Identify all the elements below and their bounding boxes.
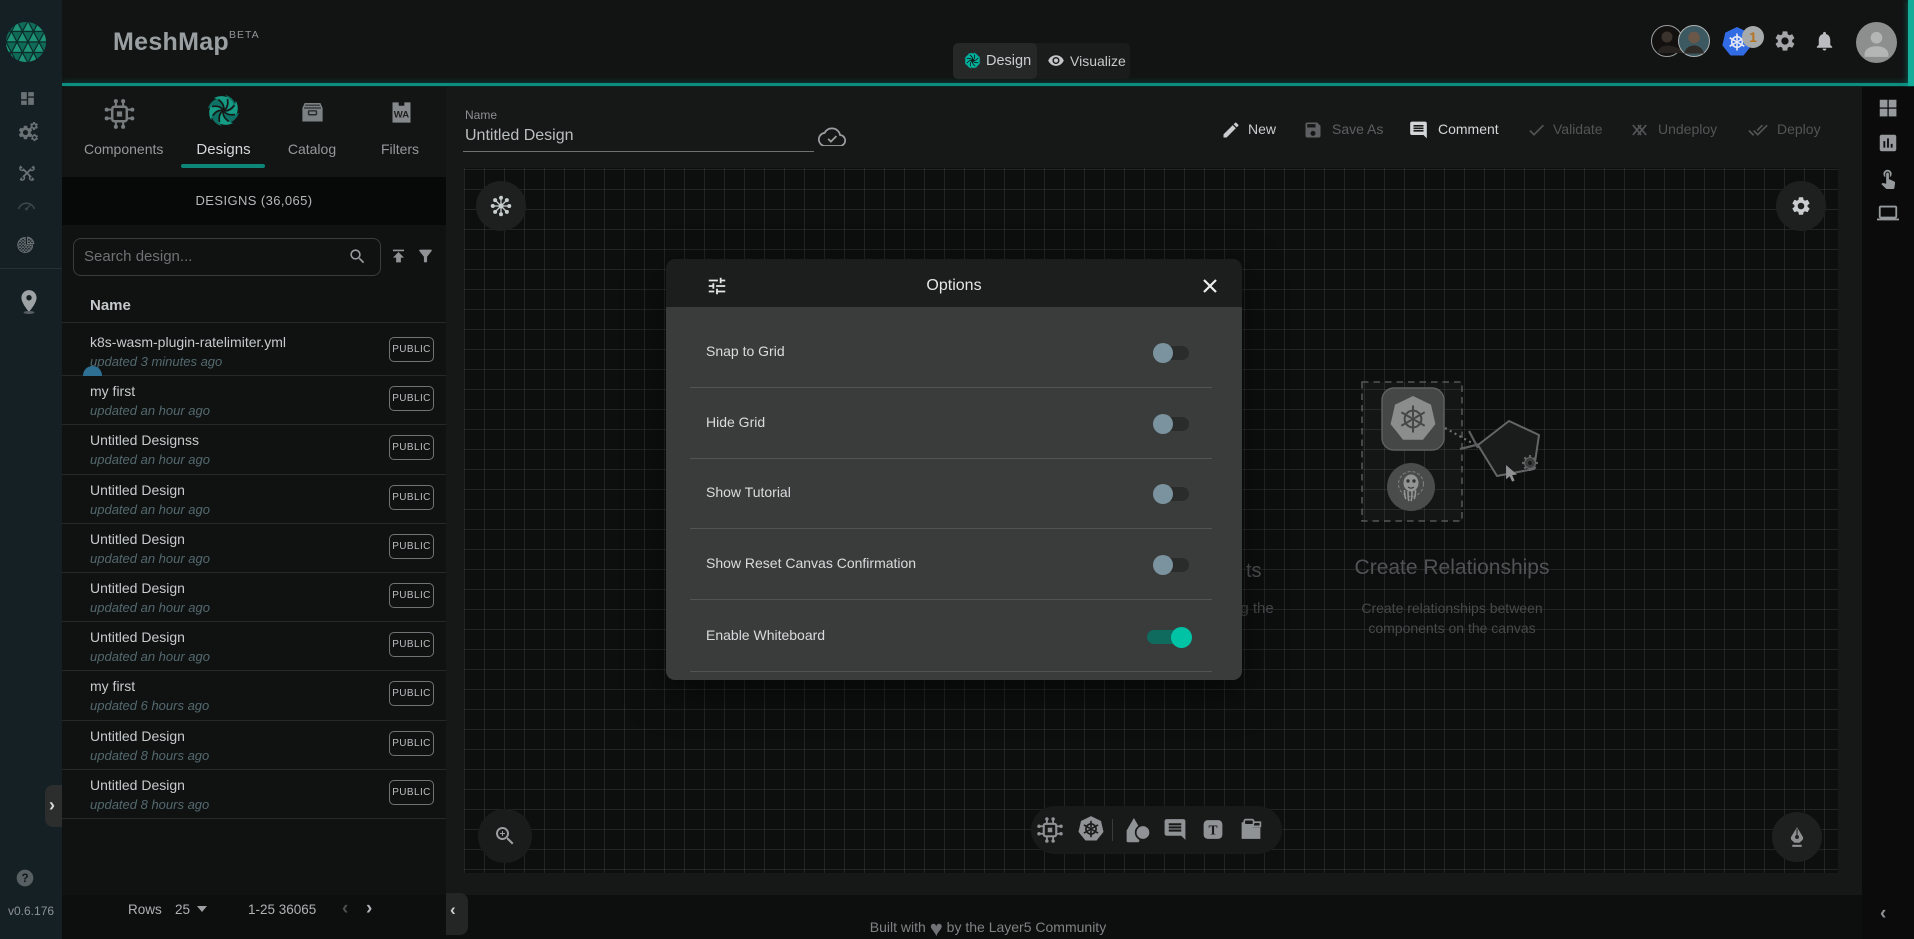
svg-text:WA: WA xyxy=(394,110,409,121)
svg-text:?: ? xyxy=(21,872,28,885)
svg-text:T: T xyxy=(1208,823,1217,838)
svg-text:1: 1 xyxy=(1749,29,1757,45)
